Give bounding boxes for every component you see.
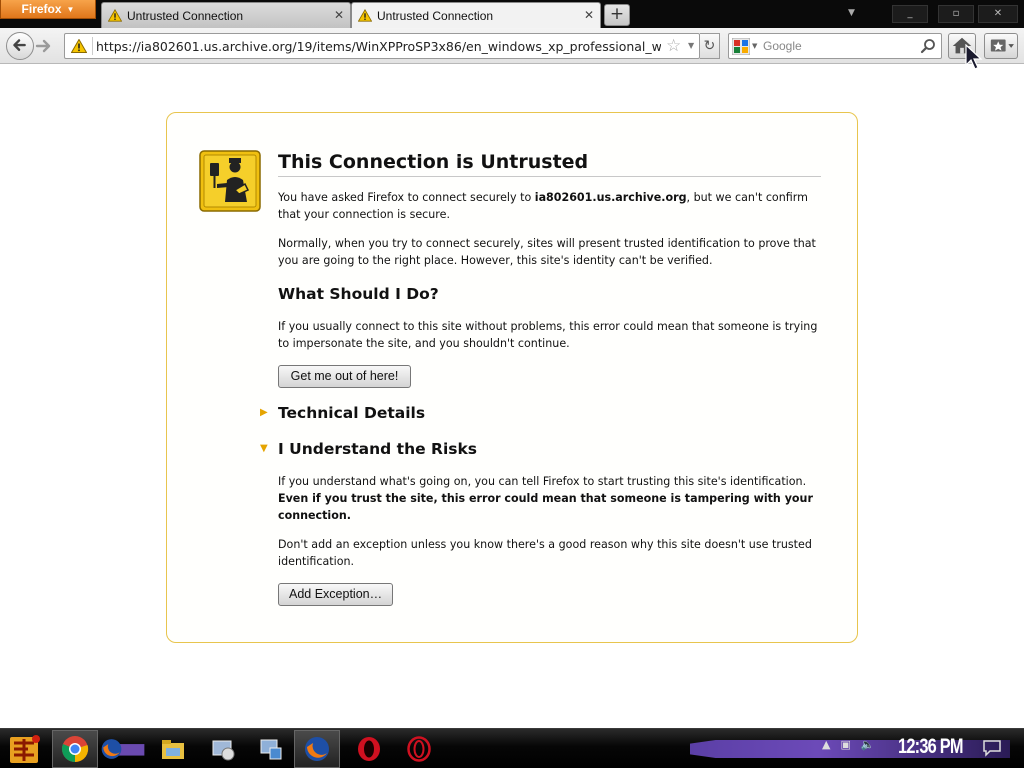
- clock[interactable]: 12:36 PM: [898, 735, 964, 759]
- taskbar-chrome[interactable]: [52, 730, 98, 768]
- warning-icon: [358, 9, 372, 22]
- magnifier-icon[interactable]: [920, 38, 936, 54]
- add-exception-button[interactable]: Add Exception…: [278, 583, 393, 606]
- opera-outline-icon: [407, 736, 431, 762]
- title-bar: Firefox ▼ Untrusted Connection ✕ Untrust…: [0, 0, 1024, 28]
- maximize-button[interactable]: ▫: [938, 5, 974, 23]
- mouse-cursor-icon: [965, 44, 983, 70]
- tab-untrusted-2[interactable]: Untrusted Connection ✕: [351, 2, 601, 28]
- tab-list-dropdown-icon[interactable]: ▼: [848, 8, 855, 18]
- back-button[interactable]: [6, 32, 34, 60]
- untrusted-certificate-icon: [199, 150, 261, 212]
- intro-host: ia802601.us.archive.org: [534, 191, 687, 204]
- firefox-icon: [101, 739, 145, 759]
- opera-icon: [358, 737, 380, 761]
- risks-paragraph: If you understand what's going on, you c…: [278, 473, 823, 524]
- intro-prefix: You have asked Firefox to connect secure…: [278, 191, 535, 204]
- get-me-out-button[interactable]: Get me out of here!: [278, 365, 411, 388]
- action-center-icon[interactable]: [982, 739, 1002, 757]
- start-button[interactable]: [4, 731, 44, 767]
- firefox-running-icon: [305, 737, 329, 761]
- forward-arrow-icon[interactable]: [34, 37, 54, 55]
- taskbar-opera-outline[interactable]: [396, 730, 442, 768]
- tab-title: Untrusted Connection: [377, 8, 494, 23]
- system-tray: ▲ ▣ 🔈: [822, 738, 875, 751]
- close-tab-icon[interactable]: ✕: [334, 8, 344, 22]
- chevron-down-icon: ▼: [66, 4, 75, 14]
- technical-details-heading[interactable]: Technical Details: [278, 404, 425, 422]
- firefox-menu-button[interactable]: Firefox ▼: [0, 0, 96, 19]
- url-history-dropdown-icon[interactable]: ▼: [688, 41, 694, 50]
- url-text[interactable]: https://ia802601.us.archive.org/19/items…: [96, 39, 661, 54]
- warning-icon: [108, 9, 122, 22]
- close-tab-icon[interactable]: ✕: [584, 8, 594, 22]
- taskbar: ▲ ▣ 🔈 12:36 PM: [0, 728, 1024, 768]
- what-should-i-do-paragraph: If you usually connect to this site with…: [278, 320, 818, 350]
- search-engine-dropdown-icon[interactable]: ▼: [752, 42, 757, 50]
- taskbar-firefox-running[interactable]: [294, 730, 340, 768]
- network-icon[interactable]: ▣: [840, 738, 850, 751]
- taskbar-media-app[interactable]: [200, 730, 246, 768]
- google-icon[interactable]: [732, 38, 750, 55]
- reload-icon: ↻: [703, 38, 716, 54]
- url-bar[interactable]: https://ia802601.us.archive.org/19/items…: [64, 33, 700, 59]
- chrome-icon: [61, 736, 89, 763]
- back-arrow-icon: [13, 39, 26, 51]
- intro-paragraph: You have asked Firefox to connect secure…: [278, 189, 823, 223]
- expanded-triangle-icon[interactable]: ▼: [260, 443, 268, 454]
- firefox-menu-label: Firefox: [21, 2, 62, 16]
- error-page-container: This Connection is Untrusted You have as…: [166, 112, 858, 643]
- search-input[interactable]: Google: [763, 39, 802, 53]
- taskbar-explorer[interactable]: [150, 730, 196, 768]
- volume-icon[interactable]: 🔈: [861, 738, 875, 751]
- reload-button[interactable]: ↻: [700, 33, 720, 59]
- show-hidden-icons-icon[interactable]: ▲: [822, 738, 830, 751]
- media-app-icon: [212, 740, 235, 761]
- network-app-icon: [260, 739, 282, 760]
- understand-risks-heading[interactable]: I Understand the Risks: [278, 440, 477, 458]
- collapsed-triangle-icon[interactable]: ▶: [260, 407, 268, 418]
- page-title: This Connection is Untrusted: [278, 151, 821, 177]
- new-tab-button[interactable]: +: [604, 4, 630, 26]
- search-bar[interactable]: ▼ Google: [728, 33, 942, 59]
- taskbar-firefox[interactable]: [100, 730, 146, 768]
- url-separator: [92, 37, 93, 55]
- normally-paragraph: Normally, when you try to connect secure…: [278, 237, 816, 267]
- taskbar-opera[interactable]: [346, 730, 392, 768]
- taskbar-network-app[interactable]: [248, 730, 294, 768]
- site-identity-warning-icon[interactable]: [71, 39, 87, 53]
- bookmark-star-icon[interactable]: ☆: [666, 36, 681, 56]
- risks-warning-text: Even if you trust the site, this error c…: [278, 492, 813, 522]
- tab-title: Untrusted Connection: [127, 8, 244, 23]
- bookmarks-button[interactable]: [984, 33, 1018, 59]
- tab-untrusted-1[interactable]: Untrusted Connection ✕: [101, 2, 351, 28]
- navigation-toolbar: https://ia802601.us.archive.org/19/items…: [0, 28, 1024, 64]
- what-should-i-do-heading: What Should I Do?: [278, 285, 439, 303]
- explorer-folder-icon: [162, 740, 184, 759]
- risks-text: If you understand what's going on, you c…: [278, 475, 807, 488]
- close-window-button[interactable]: ✕: [978, 5, 1018, 23]
- minimize-button[interactable]: _: [892, 5, 928, 23]
- exception-paragraph: Don't add an exception unless you know t…: [278, 538, 812, 568]
- bookmarks-icon: [990, 39, 1014, 52]
